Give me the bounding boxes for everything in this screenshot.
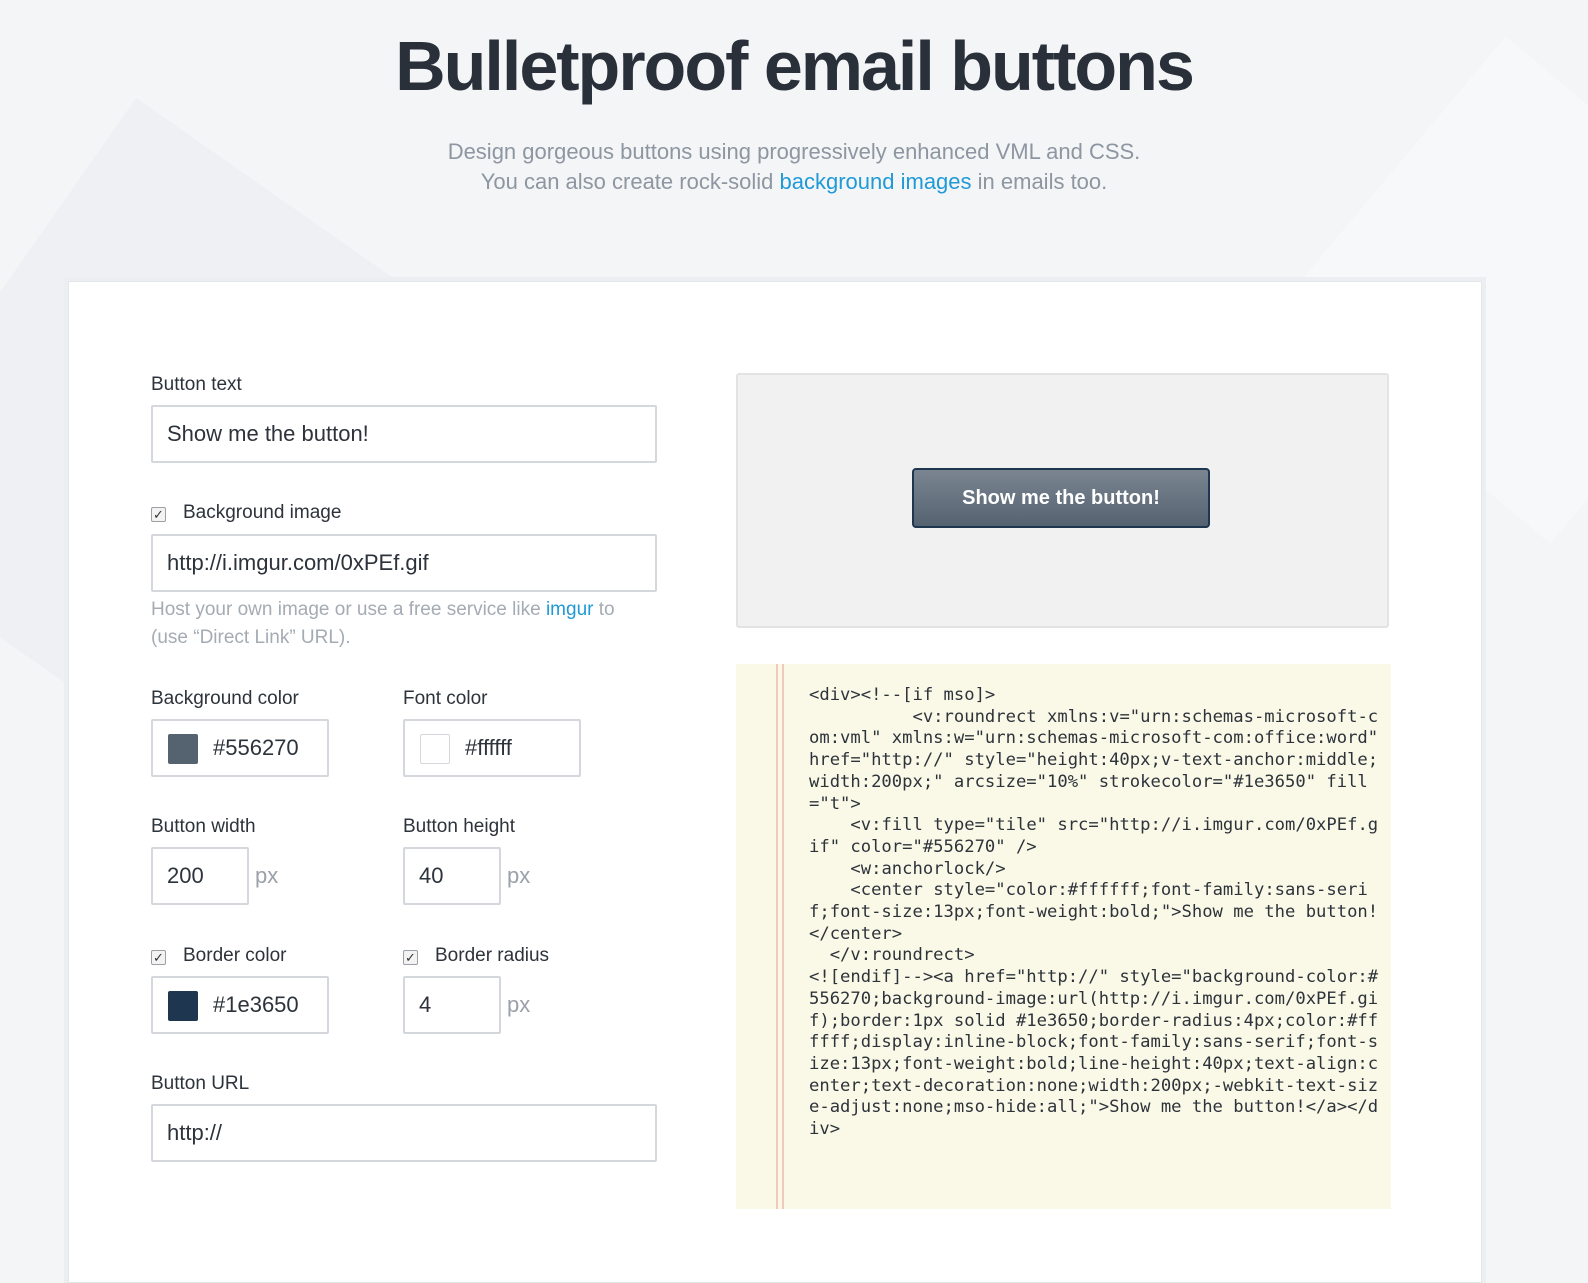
hint-text-post: to	[593, 599, 615, 620]
subtitle-line-2: You can also create rock-solid backgroun…	[0, 167, 1588, 197]
border-radius-input[interactable]: 4	[403, 976, 501, 1034]
hint-text-pre: Host your own image or use a free servic…	[151, 599, 546, 620]
code-margin-line	[776, 664, 778, 1209]
border-radius-unit: px	[507, 992, 531, 1017]
button-height-unit: px	[507, 863, 531, 888]
background-color-swatch[interactable]	[168, 734, 198, 764]
font-color-value: #ffffff	[465, 735, 512, 760]
background-image-checkbox[interactable]: ✓	[151, 507, 166, 522]
border-color-swatch[interactable]	[168, 991, 198, 1021]
button-height-label: Button height	[403, 816, 515, 837]
border-color-label: Border color	[183, 945, 287, 966]
background-color-input[interactable]: #556270	[151, 719, 329, 777]
button-text-input[interactable]: Show me the button!	[151, 405, 657, 463]
border-radius-checkbox[interactable]: ✓	[403, 950, 418, 965]
background-image-hint: Host your own image or use a free servic…	[151, 596, 671, 652]
subtitle-text-post: in emails too.	[971, 169, 1108, 194]
border-radius-label: Border radius	[435, 945, 550, 966]
border-color-input[interactable]: #1e3650	[151, 976, 329, 1034]
font-color-input[interactable]: #ffffff	[403, 719, 581, 777]
hint-text-line-2: (use “Direct Link” URL).	[151, 627, 351, 648]
code-output-panel: <div><!--[if mso]> <v:roundrect xmlns:v=…	[736, 664, 1391, 1209]
font-color-swatch[interactable]	[420, 734, 450, 764]
preview-button[interactable]: Show me the button!	[912, 468, 1210, 528]
generated-code[interactable]: <div><!--[if mso]> <v:roundrect xmlns:v=…	[809, 685, 1384, 1141]
button-width-input[interactable]: 200	[151, 847, 249, 905]
button-url-label: Button URL	[151, 1073, 250, 1094]
button-text-label: Button text	[151, 374, 242, 395]
code-margin-line	[782, 664, 784, 1209]
subtitle-text-pre: You can also create rock-solid	[480, 169, 780, 194]
page-subtitle: Design gorgeous buttons using progressiv…	[0, 137, 1588, 197]
generator-card: Button text Show me the button! ✓ Backgr…	[68, 281, 1482, 1283]
button-url-input[interactable]: http://	[151, 1104, 657, 1162]
border-color-checkbox[interactable]: ✓	[151, 950, 166, 965]
imgur-link[interactable]: imgur	[546, 599, 594, 620]
button-width-label: Button width	[151, 816, 256, 837]
subtitle-line-1: Design gorgeous buttons using progressiv…	[447, 139, 1141, 164]
background-image-label: Background image	[183, 502, 342, 523]
font-color-label: Font color	[403, 688, 488, 709]
background-images-link[interactable]: background images	[780, 169, 972, 194]
page-title: Bulletproof email buttons	[395, 27, 1195, 105]
background-color-label: Background color	[151, 688, 299, 709]
background-image-input[interactable]: http://i.imgur.com/0xPEf.gif	[151, 534, 657, 592]
button-preview-panel: Show me the button!	[736, 373, 1389, 628]
background-color-value: #556270	[213, 735, 299, 760]
border-color-value: #1e3650	[213, 992, 299, 1017]
button-width-unit: px	[255, 863, 279, 888]
button-height-input[interactable]: 40	[403, 847, 501, 905]
